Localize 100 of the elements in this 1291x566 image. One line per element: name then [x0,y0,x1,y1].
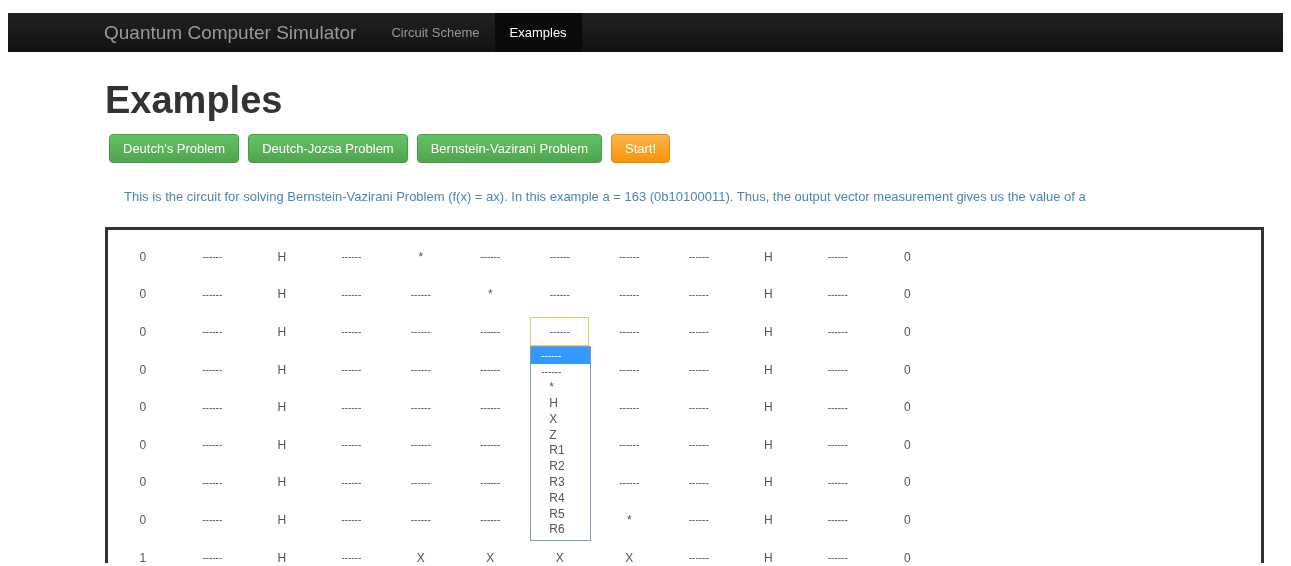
circuit-cell: H [763,475,773,490]
circuit-cell: ------ [202,251,223,263]
circuit-cell: 1 [139,550,147,565]
circuit-cell: ------ [827,251,848,263]
circuit-cell: 0 [903,287,911,302]
dropdown-option[interactable]: R4 [531,490,591,507]
circuit-cell: 0 [903,249,911,264]
circuit-cell: ------ [549,251,570,263]
circuit-cell: ------ [688,364,709,376]
circuit-cell: ------ [827,514,848,526]
circuit-cell: * [626,512,632,527]
circuit-cell: 0 [139,325,147,339]
circuit-cell: ------ [549,288,570,300]
circuit-cell: ------ [341,364,362,376]
circuit-cell: 0 [139,512,147,527]
circuit-cell: X [625,550,634,565]
circuit-cell: * [487,287,493,302]
circuit-cell: H [277,475,287,490]
circuit-cell: ------ [619,251,640,263]
circuit-cell: H [763,287,773,302]
circuit-cell: H [763,437,773,452]
circuit-cell: ------ [827,288,848,300]
dropdown-option[interactable]: Z [531,427,591,444]
circuit-cell: ------ [480,401,501,413]
circuit-cell: 0 [139,249,147,264]
circuit-cell: H [277,400,287,415]
circuit-cell: ------ [619,439,640,451]
nav-link[interactable]: Circuit Scheme [376,13,495,52]
circuit-cell: ------ [202,326,223,338]
circuit-cell: 0 [139,287,147,302]
circuit-cell: ------ [688,476,709,488]
circuit-cell: ------ [341,552,362,564]
circuit-cell: H [277,550,287,565]
circuit-cell: ------ [688,439,709,451]
circuit-cell: ------ [202,552,223,564]
circuit-cell: ------ [827,326,848,338]
circuit-cell: ------ [688,326,709,338]
circuit-cell: H [277,325,287,339]
circuit-cell: 0 [139,400,147,415]
dropdown-option[interactable]: * [531,380,591,397]
dropdown-option[interactable]: R6 [531,522,591,539]
circuit-cell: H [763,400,773,415]
circuit-cell: 0 [903,400,911,415]
circuit-cell: ------ [410,288,431,300]
circuit-cell: 0 [139,362,147,377]
circuit-cell: ------ [480,514,501,526]
circuit-cell: H [277,512,287,527]
circuit-cell: ------ [619,364,640,376]
circuit-cell: ------ [688,514,709,526]
circuit-cell: ------ [619,326,640,338]
dropdown-option[interactable]: X [531,411,591,428]
circuit-cell: ------ [202,439,223,451]
circuit-cell: ------ [341,251,362,263]
circuit-cell: H [763,325,773,339]
dropdown-option[interactable]: R2 [531,459,591,476]
circuit-cell: ------ [341,401,362,413]
circuit-cell: ------ [688,288,709,300]
dropdown-option[interactable]: H [531,396,591,412]
circuit-cell: ------ [827,476,848,488]
circuit-cell: H [763,362,773,377]
circuit-cell: ------ [827,364,848,376]
circuit-cell: H [277,437,287,452]
circuit-cell: X [555,550,564,565]
circuit-cell: ------ [410,476,431,488]
circuit-cell: ------ [341,439,362,451]
circuit-cell: ------ [480,439,501,451]
circuit-cell: ------ [619,288,640,300]
circuit-cell: H [277,287,287,302]
circuit-cell: H [763,512,773,527]
page-heading: Examples [105,78,284,122]
dropdown-option[interactable]: R5 [531,506,591,523]
circuit-cell: * [418,249,424,264]
circuit-cell: ------ [202,514,223,526]
dropdown-option[interactable]: ------ [531,364,591,381]
circuit-cell: H [277,249,287,264]
brand-title[interactable]: Quantum Computer Simulator [104,13,357,52]
circuit-cell: ------ [341,476,362,488]
circuit-cell: ------ [827,439,848,451]
circuit-cell: ------ [688,552,709,564]
circuit-cell: ------ [480,251,501,263]
circuit-cell: H [763,249,773,264]
circuit-cell: ------ [827,552,848,564]
circuit-cell: 0 [139,437,147,452]
circuit-cell: ------ [410,439,431,451]
circuit-cell: 0 [903,437,911,452]
nav-link[interactable]: Examples [494,13,582,52]
circuit-cell: ------ [410,364,431,376]
circuit-cell: ------ [341,514,362,526]
circuit-cell: ------ [619,476,640,488]
circuit-cell: ------ [480,364,501,376]
circuit-cell: 0 [903,325,911,339]
circuit-cell: H [277,362,287,377]
circuit-cell: ------ [827,401,848,413]
circuit-cell: ------ [688,401,709,413]
circuit-cell: X [416,550,425,565]
circuit-cell: ------ [341,326,362,338]
dropdown-option[interactable]: R3 [531,475,591,491]
circuit-cell: ------ [480,476,501,488]
circuit-cell: ------ [410,514,431,526]
dropdown-option[interactable]: R1 [531,443,591,460]
